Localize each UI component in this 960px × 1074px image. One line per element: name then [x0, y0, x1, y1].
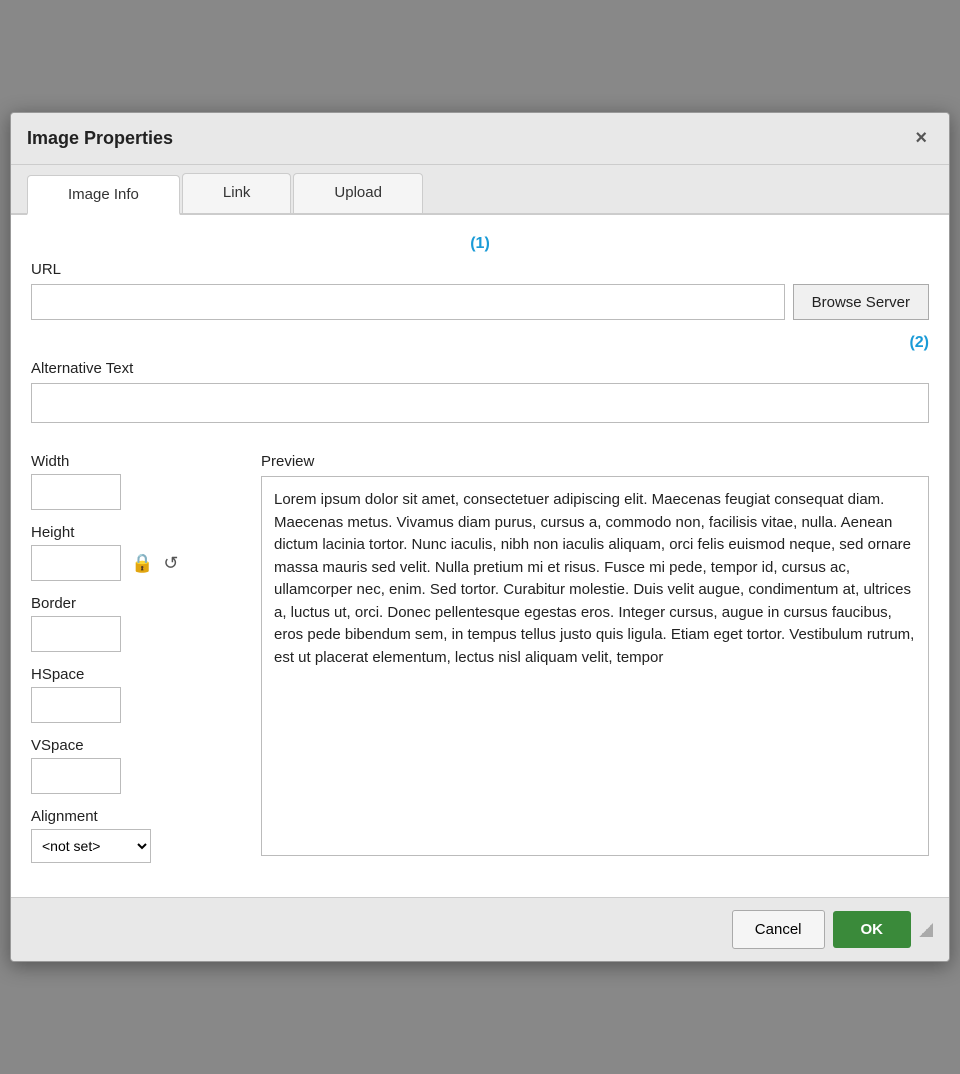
- vspace-group: VSpace: [31, 737, 241, 794]
- preview-label: Preview: [261, 453, 929, 470]
- alt-text-input[interactable]: [31, 383, 929, 423]
- preview-box: Lorem ipsum dolor sit amet, consectetuer…: [261, 476, 929, 856]
- width-input[interactable]: [31, 474, 121, 510]
- border-input[interactable]: [31, 616, 121, 652]
- alignment-group: Alignment <not set> Left Right Center: [31, 808, 241, 863]
- dialog-body: (1) URL Browse Server (2) Alternative Te…: [11, 215, 949, 897]
- height-label: Height: [31, 524, 241, 541]
- ok-button[interactable]: OK: [833, 911, 912, 948]
- cancel-button[interactable]: Cancel: [732, 910, 825, 949]
- alt-text-group: Alternative Text: [31, 360, 929, 439]
- vspace-input[interactable]: [31, 758, 121, 794]
- border-label: Border: [31, 595, 241, 612]
- lock-icon: 🔒: [131, 553, 153, 574]
- tab-link[interactable]: Link: [182, 173, 292, 213]
- url-input[interactable]: [31, 284, 785, 320]
- dialog-title: Image Properties: [27, 128, 173, 149]
- tabs-container: Image Info Link Upload: [11, 165, 949, 215]
- url-label: URL: [31, 261, 929, 278]
- close-button[interactable]: ×: [909, 125, 933, 152]
- hspace-group: HSpace: [31, 666, 241, 723]
- step1-label: (1): [31, 235, 929, 253]
- refresh-icon[interactable]: ↺: [163, 553, 178, 574]
- alignment-select[interactable]: <not set> Left Right Center: [31, 829, 151, 863]
- url-group: URL Browse Server: [31, 261, 929, 320]
- alt-text-label: Alternative Text: [31, 360, 929, 377]
- height-row: 🔒 ↺: [31, 545, 241, 581]
- left-column: Width Height 🔒 ↺ Border: [31, 453, 241, 877]
- tab-upload[interactable]: Upload: [293, 173, 423, 213]
- main-row: Width Height 🔒 ↺ Border: [31, 453, 929, 877]
- alignment-label: Alignment: [31, 808, 241, 825]
- url-row: Browse Server: [31, 284, 929, 320]
- dialog-header: Image Properties ×: [11, 113, 949, 165]
- browse-server-button[interactable]: Browse Server: [793, 284, 929, 320]
- border-group: Border: [31, 595, 241, 652]
- right-column: Preview Lorem ipsum dolor sit amet, cons…: [261, 453, 929, 877]
- tab-image-info[interactable]: Image Info: [27, 175, 180, 215]
- width-label: Width: [31, 453, 241, 470]
- resize-handle[interactable]: [919, 923, 933, 937]
- width-group: Width: [31, 453, 241, 510]
- step2-label: (2): [31, 334, 929, 352]
- hspace-label: HSpace: [31, 666, 241, 683]
- height-input[interactable]: [31, 545, 121, 581]
- height-group: Height 🔒 ↺: [31, 524, 241, 581]
- dialog-footer: Cancel OK: [11, 897, 949, 961]
- hspace-input[interactable]: [31, 687, 121, 723]
- vspace-label: VSpace: [31, 737, 241, 754]
- image-properties-dialog: Image Properties × Image Info Link Uploa…: [10, 112, 950, 962]
